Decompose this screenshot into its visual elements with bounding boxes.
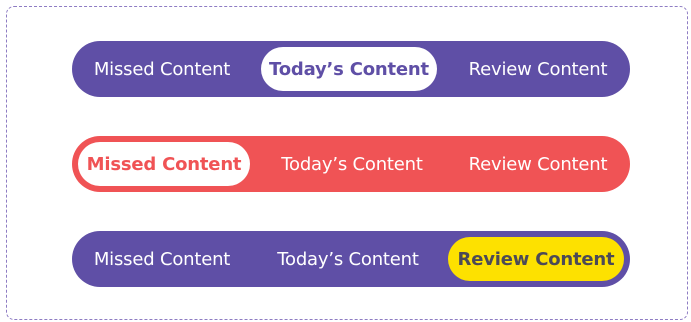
tab-todays-content[interactable]: Today’s Content <box>268 142 436 186</box>
tab-bar-2: Missed Content Today’s Content Review Co… <box>72 136 630 192</box>
tab-review-content[interactable]: Review Content <box>448 237 624 281</box>
tab-review-content[interactable]: Review Content <box>453 47 623 91</box>
tab-review-content[interactable]: Review Content <box>453 142 623 186</box>
tab-bar-1: Missed Content Today’s Content Review Co… <box>72 41 630 97</box>
tab-missed-content[interactable]: Missed Content <box>78 142 250 186</box>
tab-missed-content[interactable]: Missed Content <box>80 237 244 281</box>
tab-todays-content[interactable]: Today’s Content <box>261 47 437 91</box>
tab-bar-3: Missed Content Today’s Content Review Co… <box>72 231 630 287</box>
tab-missed-content[interactable]: Missed Content <box>80 47 244 91</box>
tab-todays-content[interactable]: Today’s Content <box>264 237 432 281</box>
